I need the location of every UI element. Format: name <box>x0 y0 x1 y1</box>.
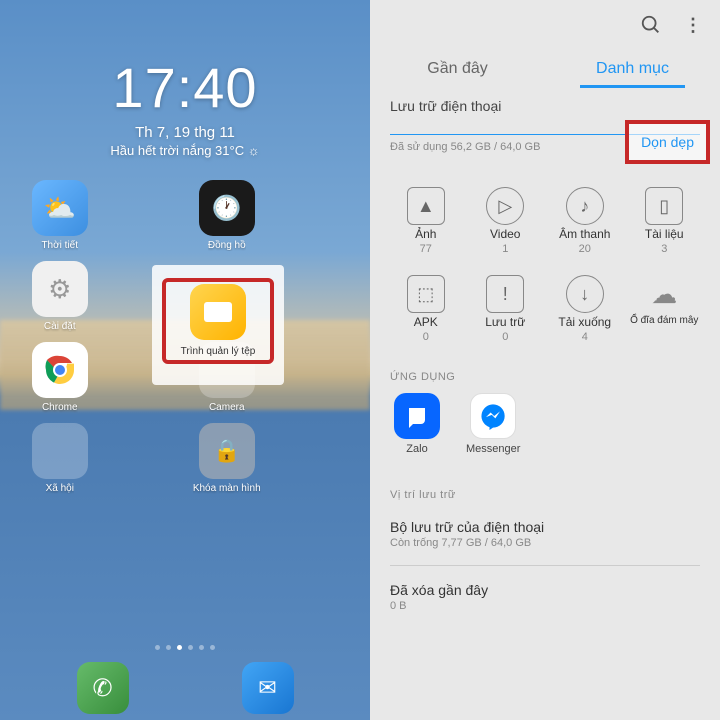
row-recently-deleted[interactable]: Đã xóa gần đây 0 B <box>370 570 720 624</box>
cat-video[interactable]: ▷Video1 <box>468 187 544 255</box>
date-text: Th 7, 19 thg 11 <box>0 124 370 141</box>
file-manager: ⋮ Gần đây Danh mục Lưu trữ điện thoại Đã… <box>370 0 720 720</box>
app-settings[interactable]: ⚙ Cài đặt <box>20 261 100 332</box>
app-weather[interactable]: ⛅ Thời tiết <box>20 180 100 251</box>
app-file-manager[interactable] <box>190 284 246 340</box>
tabs: Gần đây Danh mục <box>370 50 720 88</box>
tab-categories[interactable]: Danh mục <box>545 50 720 88</box>
cat-apk[interactable]: ⬚APK0 <box>388 275 464 343</box>
app-social-folder[interactable]: Xã hội <box>20 423 100 494</box>
category-grid: ▲Ảnh77 ▷Video1 ♪Âm thanh20 ▯Tài liệu3 ⬚A… <box>370 163 720 353</box>
cleanup-button[interactable]: Dọn dẹp <box>625 120 710 164</box>
clock-widget: 17:40 Th 7, 19 thg 11 Hầu hết trời nắng … <box>0 55 370 158</box>
cat-images[interactable]: ▲Ảnh77 <box>388 187 464 255</box>
archive-icon: ! <box>486 275 524 313</box>
tab-recent[interactable]: Gần đây <box>370 50 545 88</box>
document-icon: ▯ <box>645 187 683 225</box>
cloud-icon: ☁ <box>645 275 683 313</box>
cat-archive[interactable]: !Lưu trữ0 <box>468 275 544 343</box>
cat-cloud[interactable]: ☁Ổ đĩa đám mây <box>627 275 703 343</box>
apps-row: Zalo Messenger <box>370 389 720 471</box>
row-phone-storage[interactable]: Bộ lưu trữ của điện thoại Còn trống 7,77… <box>370 507 720 561</box>
search-icon[interactable] <box>640 14 662 36</box>
cleanup-callout: Dọn dẹp <box>625 120 710 164</box>
dock-messages[interactable]: ✉ <box>242 662 294 714</box>
play-icon: ▷ <box>486 187 524 225</box>
image-icon: ▲ <box>407 187 445 225</box>
time-text: 17:40 <box>0 55 370 120</box>
apps-header: ỨNG DỤNG <box>370 353 720 389</box>
cat-docs[interactable]: ▯Tài liệu3 <box>627 187 703 255</box>
cat-audio[interactable]: ♪Âm thanh20 <box>547 187 623 255</box>
cube-icon: ⬚ <box>407 275 445 313</box>
app-file-manager-label: Trình quản lý tệp <box>158 346 278 357</box>
more-icon[interactable]: ⋮ <box>684 15 702 36</box>
app-clock[interactable]: 🕐 Đồng hồ <box>187 180 267 251</box>
location-header: Vị trí lưu trữ <box>370 471 720 507</box>
app-zalo[interactable]: Zalo <box>394 393 440 455</box>
page-indicator[interactable] <box>0 645 370 650</box>
separator <box>390 565 700 566</box>
homescreen: 17:40 Th 7, 19 thg 11 Hầu hết trời nắng … <box>0 0 370 720</box>
weather-text: Hầu hết trời nắng 31°C ☼ <box>0 143 370 158</box>
cat-downloads[interactable]: ↓Tải xuống4 <box>547 275 623 343</box>
app-messenger[interactable]: Messenger <box>466 393 520 455</box>
storage-title: Lưu trữ điện thoại <box>390 98 700 114</box>
topbar: ⋮ <box>370 0 720 50</box>
download-icon: ↓ <box>566 275 604 313</box>
dock-phone[interactable]: ✆ <box>77 662 129 714</box>
music-icon: ♪ <box>566 187 604 225</box>
app-chrome[interactable]: Chrome <box>20 342 100 413</box>
dock: ✆ ✉ <box>0 660 370 720</box>
app-lockscreen[interactable]: 🔒 Khóa màn hình <box>187 423 267 494</box>
